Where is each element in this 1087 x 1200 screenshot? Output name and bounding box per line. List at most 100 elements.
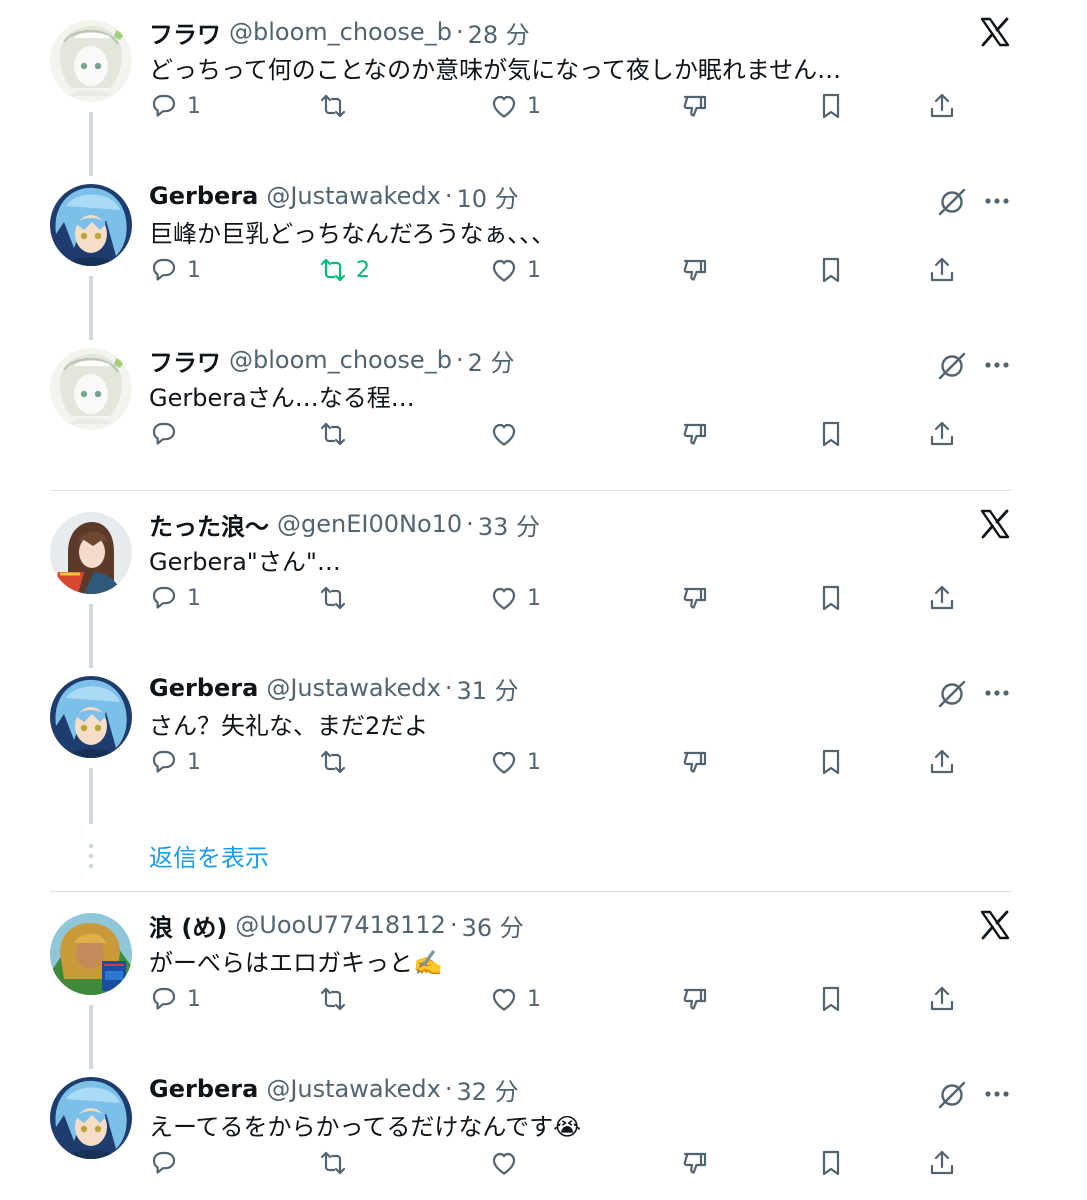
reply-icon (149, 419, 179, 449)
retweet-button[interactable] (318, 981, 356, 1017)
like-button[interactable] (489, 1145, 527, 1181)
thumbs-down-icon (680, 747, 710, 777)
reply-button[interactable]: 1 (149, 88, 201, 124)
timestamp[interactable]: 28 分 (468, 15, 530, 50)
tweet[interactable]: フラワ @bloom_choose_b · 28 分 どっちって何のことなのか意… (0, 0, 1087, 164)
bookmark-button[interactable] (816, 88, 846, 124)
author-name[interactable]: Gerbera (149, 1075, 258, 1103)
dislike-button[interactable] (680, 252, 710, 288)
timestamp[interactable]: 10 分 (456, 179, 518, 214)
avatar[interactable] (50, 1077, 132, 1159)
reply-button[interactable]: 1 (149, 252, 201, 288)
share-icon (927, 419, 957, 449)
author-name[interactable]: フラワ (149, 343, 221, 378)
author-name[interactable]: 浪 (め) (149, 908, 227, 943)
retweet-button[interactable] (318, 1145, 356, 1181)
show-replies-link[interactable]: 返信を表示 (149, 838, 269, 873)
grok-icon[interactable] (936, 1079, 968, 1111)
share-button[interactable] (927, 580, 957, 616)
bookmark-button[interactable] (816, 1145, 846, 1181)
more-icon[interactable] (982, 186, 1012, 216)
avatar[interactable] (50, 348, 132, 430)
grok-icon[interactable] (936, 350, 968, 382)
timestamp[interactable]: 32 分 (456, 1072, 518, 1107)
bookmark-button[interactable] (816, 416, 846, 452)
dislike-button[interactable] (680, 744, 710, 780)
retweet-button[interactable] (318, 580, 356, 616)
bookmark-icon (816, 583, 846, 613)
author-name[interactable]: Gerbera (149, 182, 258, 210)
retweet-button[interactable]: 2 (318, 252, 370, 288)
tweet[interactable]: たった浪〜 @genEI00No10 · 33 分 Gerbera"さん"… 1… (0, 492, 1087, 656)
share-button[interactable] (927, 252, 957, 288)
avatar[interactable] (50, 676, 132, 758)
like-button[interactable]: 1 (489, 88, 541, 124)
reply-button[interactable] (149, 1145, 187, 1181)
dislike-button[interactable] (680, 1145, 710, 1181)
avatar[interactable] (50, 913, 132, 995)
tweet[interactable]: フラワ @bloom_choose_b · 2 分 Gerberaさん…なる程… (0, 328, 1087, 492)
heart-icon (489, 419, 519, 449)
timestamp[interactable]: 33 分 (478, 507, 540, 542)
author-handle[interactable]: @genEI00No10 (277, 510, 462, 538)
author-handle[interactable]: @UooU77418112 (235, 911, 446, 939)
more-icon[interactable] (982, 1079, 1012, 1109)
x-logo-icon (978, 15, 1012, 49)
dislike-button[interactable] (680, 416, 710, 452)
bookmark-button[interactable] (816, 981, 846, 1017)
reply-button[interactable]: 1 (149, 580, 201, 616)
tweet[interactable]: Gerbera @Justawakedx · 10 分 巨峰か巨乳どっちなんだろ… (0, 164, 1087, 328)
bookmark-button[interactable] (816, 252, 846, 288)
tweet-text: がーべらはエロガキっと✍️ (149, 949, 443, 977)
timestamp[interactable]: 2 分 (468, 343, 515, 378)
like-button[interactable]: 1 (489, 580, 541, 616)
dislike-button[interactable] (680, 580, 710, 616)
like-button[interactable]: 1 (489, 744, 541, 780)
reply-count: 1 (187, 749, 201, 775)
bookmark-button[interactable] (816, 744, 846, 780)
like-count: 1 (527, 749, 541, 775)
tweet[interactable]: Gerbera @Justawakedx · 31 分 さん？失礼な、まだ2だよ… (0, 656, 1087, 820)
like-button[interactable]: 1 (489, 252, 541, 288)
reply-button[interactable]: 1 (149, 744, 201, 780)
dislike-button[interactable] (680, 981, 710, 1017)
like-button[interactable]: 1 (489, 981, 541, 1017)
reply-button[interactable]: 1 (149, 981, 201, 1017)
avatar[interactable] (50, 20, 132, 102)
separator-dot: · (455, 346, 464, 374)
share-button[interactable] (927, 416, 957, 452)
retweet-button[interactable] (318, 744, 356, 780)
dislike-button[interactable] (680, 88, 710, 124)
grok-icon[interactable] (936, 186, 968, 218)
grok-icon[interactable] (936, 678, 968, 710)
more-icon[interactable] (982, 678, 1012, 708)
tweet[interactable]: 浪 (め) @UooU77418112 · 36 分 がーべらはエロガキっと✍️… (0, 893, 1087, 1057)
share-button[interactable] (927, 1145, 957, 1181)
author-handle[interactable]: @Justawakedx (266, 674, 441, 702)
author-handle[interactable]: @bloom_choose_b (229, 346, 452, 374)
tweet[interactable]: Gerbera @Justawakedx · 32 分 えーてるをからかってるだ… (0, 1057, 1087, 1200)
more-icon[interactable] (982, 350, 1012, 380)
author-name[interactable]: フラワ (149, 15, 221, 50)
separator-dot: · (455, 18, 464, 46)
retweet-button[interactable] (318, 88, 356, 124)
reply-button[interactable] (149, 416, 187, 452)
author-handle[interactable]: @Justawakedx (266, 182, 441, 210)
timestamp[interactable]: 31 分 (456, 671, 518, 706)
author-handle[interactable]: @Justawakedx (266, 1075, 441, 1103)
avatar[interactable] (50, 184, 132, 266)
avatar[interactable] (50, 512, 132, 594)
reply-count: 1 (187, 257, 201, 283)
author-name[interactable]: Gerbera (149, 674, 258, 702)
share-button[interactable] (927, 88, 957, 124)
bookmark-button[interactable] (816, 580, 846, 616)
author-handle[interactable]: @bloom_choose_b (229, 18, 452, 46)
retweet-button[interactable] (318, 416, 356, 452)
timestamp[interactable]: 36 分 (462, 908, 524, 943)
like-button[interactable] (489, 416, 527, 452)
like-count: 1 (527, 585, 541, 611)
share-button[interactable] (927, 981, 957, 1017)
share-button[interactable] (927, 744, 957, 780)
retweet-icon (318, 91, 348, 121)
author-name[interactable]: たった浪〜 (149, 507, 269, 542)
